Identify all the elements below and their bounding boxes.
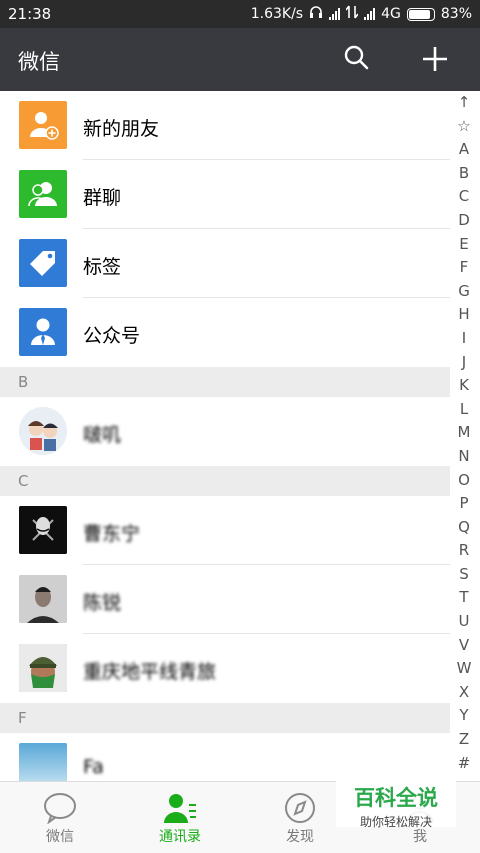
watermark-brand: 百科全说 bbox=[354, 786, 438, 810]
tags-label: 标签 bbox=[83, 256, 122, 278]
status-time: 21:38 bbox=[8, 5, 52, 23]
new-friends-icon bbox=[19, 101, 67, 149]
contact-name: 曹东宁 bbox=[83, 523, 141, 545]
alphabet-index-letter[interactable]: C bbox=[459, 185, 469, 209]
alphabet-index-letter[interactable]: M bbox=[458, 421, 471, 445]
network-speed: 1.63K/s bbox=[250, 6, 304, 22]
tab-contacts[interactable]: 通讯录 bbox=[120, 782, 240, 853]
page-title: 微信 bbox=[18, 50, 60, 74]
group-chat-label: 群聊 bbox=[83, 187, 122, 209]
signal-icon bbox=[329, 8, 341, 20]
contact-name: 陈锐 bbox=[83, 592, 122, 614]
alphabet-index-letter[interactable]: Y bbox=[459, 704, 468, 728]
new-friends-item[interactable]: 新的朋友 bbox=[0, 91, 450, 160]
contact-name: 啵叽 bbox=[83, 424, 122, 446]
compass-icon bbox=[283, 792, 317, 824]
alphabet-index-letter[interactable]: I bbox=[462, 327, 466, 351]
section-header-c: C bbox=[0, 466, 450, 496]
alphabet-index-letter[interactable]: R bbox=[459, 539, 469, 563]
alphabet-index-letter[interactable]: U bbox=[459, 610, 470, 634]
alphabet-index-letter[interactable]: T bbox=[459, 586, 468, 610]
status-icons: 1.63K/s 4G 83% bbox=[251, 5, 472, 23]
alphabet-index-letter[interactable]: O bbox=[458, 469, 470, 493]
watermark: 百科全说 助你轻松解决 bbox=[336, 777, 456, 829]
alphabet-index-letter[interactable]: H bbox=[458, 303, 469, 327]
battery-icon bbox=[406, 7, 435, 21]
alphabet-index-letter[interactable]: L bbox=[460, 398, 468, 422]
new-friends-label: 新的朋友 bbox=[83, 118, 160, 140]
contact-avatar bbox=[19, 506, 67, 554]
alphabet-index-letter[interactable]: ↑ bbox=[458, 91, 471, 115]
alphabet-index[interactable]: ↑ ☆ A B C D E F G H I J K L M N O P Q R S T U V W X Y Z # bbox=[452, 91, 476, 775]
status-bar: 21:38 1.63K/s 4G 83% bbox=[0, 0, 480, 28]
data-transfer-icon bbox=[345, 5, 359, 23]
alphabet-index-letter[interactable]: B bbox=[459, 162, 469, 186]
alphabet-index-letter[interactable]: V bbox=[459, 634, 469, 658]
alphabet-index-letter[interactable]: S bbox=[459, 563, 469, 587]
alphabet-index-letter[interactable]: D bbox=[458, 209, 470, 233]
contact-row[interactable]: 曹东宁 bbox=[0, 496, 450, 565]
contact-row[interactable]: 重庆地平线青旅 bbox=[0, 634, 450, 703]
alphabet-index-letter[interactable]: J bbox=[462, 351, 466, 375]
contact-avatar bbox=[19, 575, 67, 623]
alphabet-index-letter[interactable]: Q bbox=[458, 516, 470, 540]
tab-me-label: 我 bbox=[413, 829, 427, 845]
alphabet-index-letter[interactable]: K bbox=[459, 374, 469, 398]
tag-icon bbox=[19, 239, 67, 287]
contact-avatar bbox=[19, 407, 67, 455]
watermark-tagline: 助你轻松解决 bbox=[359, 815, 432, 829]
tab-chats[interactable]: 微信 bbox=[0, 782, 120, 853]
search-icon[interactable] bbox=[343, 44, 369, 70]
title-bar: 微信 bbox=[0, 28, 480, 91]
official-account-icon bbox=[19, 308, 67, 356]
chat-bubble-icon bbox=[43, 792, 77, 825]
section-header-f: F bbox=[0, 703, 450, 733]
battery-percent: 83% bbox=[440, 6, 472, 22]
network-type: 4G bbox=[381, 6, 401, 22]
alphabet-index-letter[interactable]: Z bbox=[459, 728, 469, 752]
tab-discover-label: 发现 bbox=[286, 829, 314, 845]
official-accounts-item[interactable]: 公众号 bbox=[0, 298, 450, 367]
alphabet-index-letter[interactable]: A bbox=[459, 138, 469, 162]
contact-avatar bbox=[19, 644, 67, 692]
alphabet-index-letter[interactable]: ☆ bbox=[457, 115, 470, 139]
alphabet-index-letter[interactable]: F bbox=[460, 256, 469, 280]
official-accounts-label: 公众号 bbox=[83, 325, 141, 347]
section-header-b: B bbox=[0, 367, 450, 397]
contact-list: 新的朋友 群聊 标签 公众号 B 啵叽 C 曹东宁 陈锐 重庆地平线青旅 F F… bbox=[0, 91, 450, 802]
tab-chats-label: 微信 bbox=[46, 829, 74, 845]
alphabet-index-letter[interactable]: E bbox=[459, 233, 468, 257]
group-chat-icon bbox=[19, 170, 67, 218]
contacts-icon bbox=[163, 792, 197, 824]
alphabet-index-letter[interactable]: P bbox=[459, 492, 468, 516]
contact-row[interactable]: 啵叽 bbox=[0, 397, 450, 466]
alphabet-index-letter[interactable]: G bbox=[458, 280, 470, 304]
alphabet-index-letter[interactable]: N bbox=[458, 445, 469, 469]
group-chat-item[interactable]: 群聊 bbox=[0, 160, 450, 229]
contact-name: Fa bbox=[83, 756, 104, 778]
alphabet-index-letter[interactable]: W bbox=[457, 657, 472, 681]
signal-icon-2 bbox=[364, 8, 376, 20]
contact-row[interactable]: 陈锐 bbox=[0, 565, 450, 634]
tab-contacts-label: 通讯录 bbox=[159, 829, 201, 845]
contact-name: 重庆地平线青旅 bbox=[83, 661, 217, 683]
tags-item[interactable]: 标签 bbox=[0, 229, 450, 298]
alphabet-index-letter[interactable]: X bbox=[459, 681, 469, 705]
headphone-icon bbox=[309, 5, 323, 23]
add-icon[interactable] bbox=[420, 44, 450, 74]
alphabet-index-letter[interactable]: # bbox=[458, 752, 471, 776]
